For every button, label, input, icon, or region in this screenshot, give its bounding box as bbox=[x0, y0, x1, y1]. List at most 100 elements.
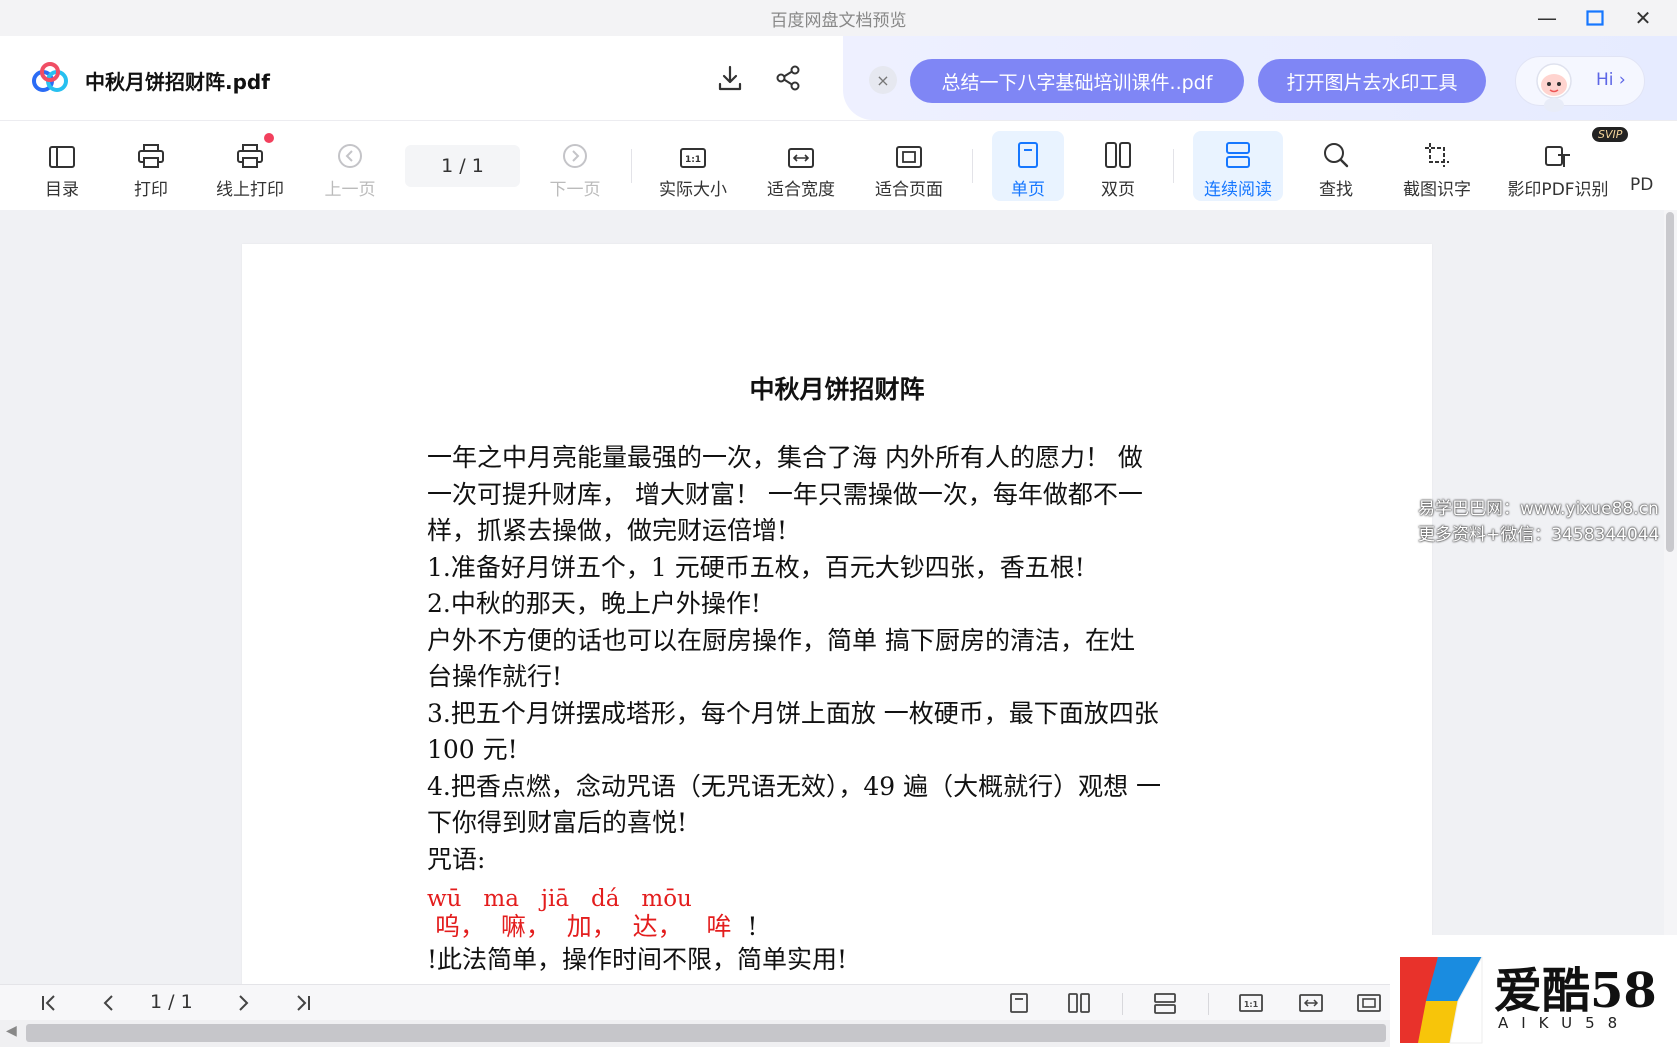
continuous-reading-icon bbox=[1154, 993, 1176, 1014]
fit-page-button[interactable]: 适合页面 bbox=[867, 131, 951, 201]
crop-icon bbox=[1425, 143, 1449, 167]
bottom-double-page-button[interactable] bbox=[1064, 989, 1094, 1017]
document-title: 中秋月饼招财阵 bbox=[749, 375, 925, 404]
svip-badge: SVIP bbox=[1592, 127, 1629, 142]
text-line: 3.把五个月饼摆成塔形，每个月饼上面放 一枚硬币，最下面放四张 bbox=[427, 698, 1159, 728]
document-filename: 中秋月饼招财阵.pdf bbox=[85, 70, 270, 94]
actual-size-icon: 1:1 bbox=[680, 148, 706, 168]
mantra-chars: 呜， 嘛， 加， 达， 哞 bbox=[427, 912, 732, 941]
mantra-pinyin: wū ma jiā dá mōu bbox=[427, 886, 692, 912]
toolbar-divider bbox=[631, 149, 632, 183]
online-print-label: 线上打印 bbox=[216, 180, 284, 200]
recent-file-pill[interactable]: 总结一下八字基础培训课件..pdf bbox=[910, 59, 1244, 103]
share-button[interactable] bbox=[770, 60, 806, 96]
svg-text:1:1: 1:1 bbox=[685, 155, 701, 165]
download-button[interactable] bbox=[712, 60, 748, 96]
fit-page-label: 适合页面 bbox=[875, 180, 943, 200]
bottombar-divider bbox=[1122, 993, 1123, 1015]
horizontal-scrollbar[interactable]: ◀ bbox=[0, 1020, 1390, 1047]
single-page-label: 单页 bbox=[1011, 180, 1045, 200]
app-header: 中秋月饼招财阵.pdf × 总结一下八字基础培训课件..pdf 打开图片去水印工… bbox=[0, 36, 1677, 120]
bottom-page-indicator[interactable]: 1 / 1 bbox=[150, 991, 193, 1013]
vertical-scrollbar[interactable] bbox=[1664, 210, 1677, 985]
prev-page-button[interactable]: 上一页 bbox=[308, 131, 392, 201]
bottom-prev-button[interactable] bbox=[94, 989, 124, 1017]
bottom-actual-size-button[interactable]: 1:1 bbox=[1236, 989, 1266, 1017]
continuous-reading-label: 连续阅读 bbox=[1204, 180, 1272, 200]
brand-subtitle: AIKU58 bbox=[1498, 1014, 1631, 1032]
document-page: 中秋月饼招财阵 一年之中月亮能量最强的一次，集合了海 内外所有人的愿力！ 做 一… bbox=[242, 244, 1432, 1004]
notification-dot bbox=[264, 133, 274, 143]
double-page-icon bbox=[1105, 142, 1131, 168]
next-page-button[interactable]: 下一页 bbox=[533, 131, 617, 201]
find-button[interactable]: 查找 bbox=[1294, 131, 1378, 201]
fit-width-button[interactable]: 适合宽度 bbox=[759, 131, 843, 201]
promo-area: × 总结一下八字基础培训课件..pdf 打开图片去水印工具 Hi › bbox=[843, 36, 1677, 120]
double-page-icon bbox=[1068, 993, 1090, 1013]
text-line: 户外不方便的话也可以在厨房操作，简单 搞下厨房的清洁，在灶 bbox=[427, 625, 1135, 655]
page-number-input[interactable]: 1 / 1 bbox=[405, 145, 520, 187]
bottom-next-button[interactable] bbox=[228, 989, 258, 1017]
text-line: 100 元! bbox=[427, 735, 518, 764]
print-label: 打印 bbox=[134, 180, 168, 200]
maximize-icon bbox=[1586, 10, 1604, 26]
bottom-fit-page-button[interactable] bbox=[1354, 989, 1384, 1017]
online-print-button[interactable]: 线上打印 bbox=[208, 131, 292, 201]
bottom-single-page-button[interactable] bbox=[1004, 989, 1034, 1017]
actual-size-button[interactable]: 1:1 实际大小 bbox=[651, 131, 735, 201]
watermark-line-2: 更多资料+微信：3458344044 bbox=[1418, 525, 1660, 545]
next-page-label: 下一页 bbox=[549, 180, 601, 200]
screenshot-ocr-label: 截图识字 bbox=[1403, 180, 1471, 200]
bottom-continuous-button[interactable] bbox=[1150, 989, 1180, 1017]
online-printer-icon bbox=[237, 144, 263, 168]
fit-width-icon bbox=[788, 148, 814, 168]
fit-page-icon bbox=[896, 146, 922, 168]
brand-logo-mark bbox=[1400, 956, 1483, 1044]
first-page-button[interactable] bbox=[34, 989, 64, 1017]
watermark-line-1: 易学巴巴网：www.yixue88.cn bbox=[1418, 499, 1659, 519]
mantra-end: ! bbox=[731, 912, 758, 941]
vertical-scroll-thumb[interactable] bbox=[1666, 212, 1674, 552]
maximize-button[interactable] bbox=[1581, 4, 1609, 32]
svg-text:1:1: 1:1 bbox=[1244, 1000, 1259, 1009]
chevron-left-circle-icon bbox=[338, 144, 362, 168]
mantra-text: 呜， 嘛， 加， 达， 哞 ! bbox=[427, 912, 1247, 942]
scroll-left-arrow-icon[interactable]: ◀ bbox=[6, 1023, 17, 1039]
bottom-navigation-bar: 1 / 1 1:1 bbox=[0, 984, 1390, 1020]
fit-width-label: 适合宽度 bbox=[767, 180, 835, 200]
toolbar-divider bbox=[972, 149, 973, 183]
prev-page-label: 上一页 bbox=[324, 180, 376, 200]
last-page-icon bbox=[297, 995, 310, 1011]
scan-pdf-ocr-label: 影印PDF识别 bbox=[1507, 180, 1609, 200]
assistant-avatar bbox=[1536, 63, 1572, 112]
minimize-button[interactable]: — bbox=[1533, 4, 1561, 32]
scan-text-icon bbox=[1545, 146, 1570, 167]
horizontal-scroll-thumb[interactable] bbox=[26, 1024, 1386, 1042]
pdf-more-label: PD bbox=[1630, 175, 1654, 195]
text-line: 一年之中月亮能量最强的一次，集合了海 内外所有人的愿力！ 做 bbox=[427, 443, 1143, 472]
last-page-button[interactable] bbox=[288, 989, 318, 1017]
toc-button[interactable]: 目录 bbox=[20, 131, 104, 201]
fit-page-icon bbox=[1357, 994, 1381, 1012]
watermark-tool-pill[interactable]: 打开图片去水印工具 bbox=[1258, 59, 1486, 103]
text-line: 样，抓紧去操做，做完财运倍增! bbox=[427, 516, 788, 545]
baidu-netdisk-logo bbox=[32, 62, 68, 92]
double-page-label: 双页 bbox=[1101, 180, 1135, 200]
printer-icon bbox=[138, 144, 164, 168]
bottom-fit-width-button[interactable] bbox=[1296, 989, 1326, 1017]
assistant-chip[interactable]: Hi › bbox=[1515, 56, 1645, 112]
scan-pdf-ocr-button[interactable]: SVIP 影印PDF识别 bbox=[1503, 127, 1629, 201]
text-line: 台操作就行! bbox=[427, 662, 563, 691]
brand-watermark: 爱酷58 AIKU58 bbox=[1390, 935, 1677, 1047]
promo-close-button[interactable]: × bbox=[869, 66, 897, 94]
close-button[interactable]: ✕ bbox=[1629, 4, 1657, 32]
toolbar-divider bbox=[1173, 149, 1174, 183]
single-page-button[interactable]: 单页 bbox=[992, 131, 1064, 201]
brand-name: 爱酷58 bbox=[1494, 963, 1657, 1019]
text-line: !此法简单，操作时间不限，简单实用! bbox=[427, 945, 848, 974]
print-button[interactable]: 打印 bbox=[109, 131, 193, 201]
continuous-reading-button[interactable]: 连续阅读 bbox=[1193, 131, 1283, 201]
pdf-more-button[interactable]: PD bbox=[1630, 131, 1677, 201]
double-page-button[interactable]: 双页 bbox=[1076, 131, 1160, 201]
screenshot-ocr-button[interactable]: 截图识字 bbox=[1392, 131, 1482, 201]
